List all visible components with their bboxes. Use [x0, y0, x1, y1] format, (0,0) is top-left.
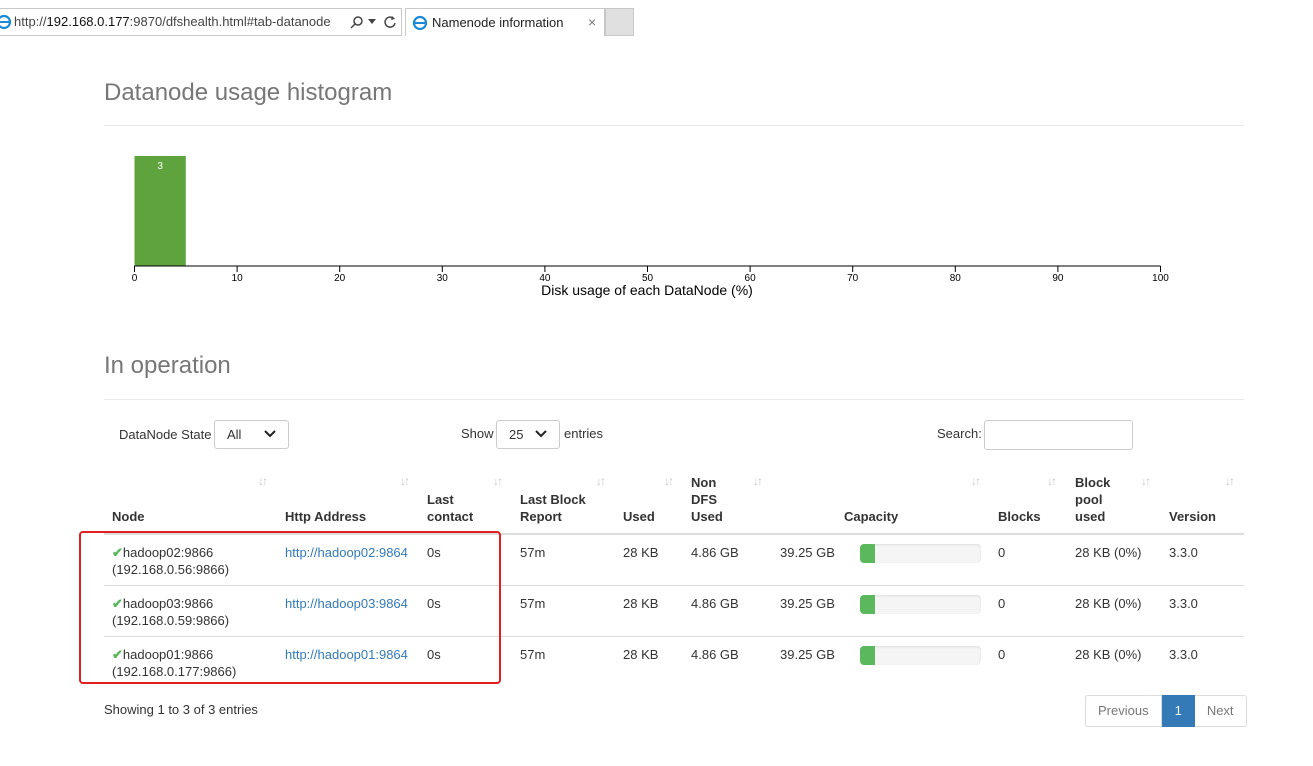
blocks-cell: 0 [998, 596, 1006, 611]
x-tick-label: 80 [950, 273, 962, 284]
search-label: Search: [937, 426, 982, 441]
x-tick-label: 70 [847, 273, 859, 284]
chevron-down-icon [535, 430, 547, 438]
last-block-report-cell: 57m [520, 596, 546, 611]
sort-icon[interactable]: ↓↑ [753, 474, 763, 488]
capacity-cell: 39.25 GB [780, 545, 835, 560]
non-dfs-used-cell: 4.86 GB [691, 647, 739, 662]
datanode-state-label: DataNode State [119, 427, 212, 442]
search-input[interactable] [984, 420, 1133, 450]
last-block-report-cell: 57m [520, 647, 546, 662]
used-cell: 28 KB [623, 545, 659, 560]
col-header-version[interactable]: Version [1169, 508, 1216, 525]
blocks-cell: 0 [998, 545, 1006, 560]
chevron-down-icon [264, 430, 276, 438]
last-block-report-cell: 57m [520, 545, 546, 560]
capacity-progress-bar [860, 646, 981, 665]
sort-icon[interactable]: ↓↑ [1225, 474, 1235, 488]
sort-icon[interactable]: ↓↑ [1141, 474, 1151, 488]
sort-icon[interactable]: ↓↑ [664, 474, 674, 488]
col-header-last-block-report[interactable]: Last Block Report [520, 491, 586, 525]
x-tick-label: 0 [132, 273, 138, 284]
block-pool-used-cell: 28 KB (0%) [1075, 596, 1142, 611]
next-button[interactable]: Next [1194, 695, 1247, 727]
capacity-cell: 39.25 GB [780, 647, 835, 662]
col-header-capacity[interactable]: Capacity [844, 508, 898, 525]
divider [104, 399, 1244, 400]
non-dfs-used-cell: 4.86 GB [691, 545, 739, 560]
col-header-used[interactable]: Used [623, 508, 655, 525]
used-cell: 28 KB [623, 647, 659, 662]
highlight-box [79, 531, 501, 684]
x-tick-label: 30 [437, 273, 449, 284]
used-cell: 28 KB [623, 596, 659, 611]
x-tick-label: 100 [1152, 273, 1169, 284]
table-info: Showing 1 to 3 of 3 entries [104, 702, 258, 717]
usage-histogram: 30 10 20 30 40 50 60 70 80 90 100Disk usage of eac… [132, 156, 1169, 298]
sort-icon[interactable]: ↓↑ [1047, 474, 1057, 488]
x-tick-label: 90 [1052, 273, 1064, 284]
col-header-node[interactable]: Node [112, 508, 145, 525]
operation-heading: In operation [104, 352, 231, 379]
pagination: Previous 1 Next [1085, 695, 1247, 727]
non-dfs-used-cell: 4.86 GB [691, 596, 739, 611]
x-tick-label: 20 [334, 273, 346, 284]
sort-icon[interactable]: ↓↑ [400, 474, 410, 488]
sort-icon[interactable]: ↓↑ [971, 474, 981, 488]
x-axis-label: Disk usage of each DataNode (%) [541, 282, 753, 298]
show-label: Show [461, 426, 494, 441]
blocks-cell: 0 [998, 647, 1006, 662]
datanode-state-select[interactable]: All [214, 420, 289, 449]
sort-icon[interactable]: ↓↑ [258, 474, 268, 488]
capacity-cell: 39.25 GB [780, 596, 835, 611]
entries-label: entries [564, 426, 604, 441]
block-pool-used-cell: 28 KB (0%) [1075, 545, 1142, 560]
capacity-progress-bar [860, 595, 981, 614]
version-cell: 3.3.0 [1169, 545, 1198, 560]
previous-button[interactable]: Previous [1085, 695, 1162, 727]
histogram-bar [134, 156, 186, 266]
col-header-block-pool-used[interactable]: Block pool used [1075, 474, 1110, 525]
sort-icon[interactable]: ↓↑ [596, 474, 606, 488]
version-cell: 3.3.0 [1169, 596, 1198, 611]
col-header-http-address[interactable]: Http Address [285, 508, 366, 525]
col-header-last-contact[interactable]: Last contact [427, 491, 473, 525]
x-tick-label: 10 [232, 273, 244, 284]
col-header-non-dfs-used[interactable]: Non DFS Used [691, 474, 723, 525]
block-pool-used-cell: 28 KB (0%) [1075, 647, 1142, 662]
capacity-progress-fill [860, 595, 875, 614]
page-1-button[interactable]: 1 [1161, 695, 1195, 727]
sort-icon[interactable]: ↓↑ [493, 474, 503, 488]
capacity-progress-bar [860, 544, 981, 563]
capacity-progress-fill [860, 646, 875, 665]
entries-select[interactable]: 25 [496, 420, 560, 449]
capacity-progress-fill [860, 544, 875, 563]
version-cell: 3.3.0 [1169, 647, 1198, 662]
col-header-blocks[interactable]: Blocks [998, 508, 1041, 525]
histogram-bar-label: 3 [157, 161, 163, 172]
